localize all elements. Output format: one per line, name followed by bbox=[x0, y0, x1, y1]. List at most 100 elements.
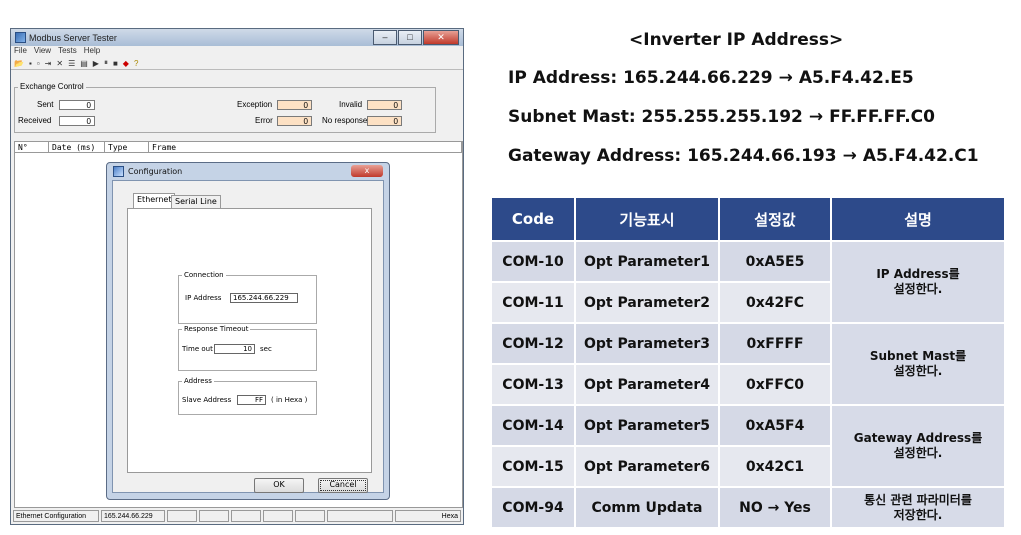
menu-tests[interactable]: Tests bbox=[58, 46, 77, 57]
open-icon[interactable]: 📂 bbox=[14, 59, 24, 68]
window-title: Modbus Server Tester bbox=[29, 32, 117, 43]
table-header-row: Code 기능표시 설정값 설명 bbox=[492, 198, 1004, 240]
exchange-control-group: Exchange Control Sent 0 Received 0 Excep… bbox=[14, 82, 436, 133]
tab-ethernet[interactable]: Ethernet bbox=[133, 193, 176, 209]
config-dialog-icon bbox=[113, 165, 124, 177]
status-cell bbox=[295, 510, 325, 522]
cell-value: 0xFFFF bbox=[720, 324, 830, 363]
menu-view[interactable]: View bbox=[34, 46, 51, 57]
exception-label: Exception bbox=[237, 100, 273, 109]
cell-description-ip: IP Address를 설정한다. bbox=[832, 242, 1004, 322]
print-icon[interactable]: ▫ bbox=[37, 59, 40, 68]
connection-group: Connection IP Address 165.244.66.229 bbox=[178, 271, 317, 324]
cell-function: Opt Parameter2 bbox=[576, 283, 718, 322]
sent-label: Sent bbox=[37, 100, 54, 109]
config-icon[interactable]: ☰ bbox=[68, 59, 75, 68]
timeout-label: Time out bbox=[182, 345, 213, 353]
cell-code: COM-12 bbox=[492, 324, 574, 363]
view-icon[interactable]: ▤ bbox=[80, 59, 88, 68]
gateway-hex: A5.F4.42.C1 bbox=[862, 146, 979, 166]
received-field: 0 bbox=[59, 116, 95, 126]
frame-list-header: N° Date (ms) Type Frame bbox=[14, 141, 463, 153]
exchange-control-legend: Exchange Control bbox=[18, 82, 86, 91]
ip-hex: A5.F4.42.E5 bbox=[798, 68, 914, 88]
cell-description-subnet: Subnet Mast를 설정한다. bbox=[832, 324, 1004, 404]
cell-description-gateway: Gateway Address를 설정한다. bbox=[832, 406, 1004, 486]
menu-bar: File View Tests Help bbox=[11, 46, 463, 57]
cell-function: Comm Updata bbox=[576, 488, 718, 527]
desc-line: 통신 관련 파라미터를 bbox=[864, 492, 972, 507]
timeout-unit: sec bbox=[260, 345, 272, 353]
parameter-table: Code 기능표시 설정값 설명 COM-10 Opt Parameter1 0… bbox=[490, 196, 1006, 529]
cell-function: Opt Parameter1 bbox=[576, 242, 718, 281]
table-row: COM-94 Comm Updata NO → Yes 통신 관련 파라미터를 저… bbox=[492, 488, 1004, 527]
received-label: Received bbox=[18, 116, 52, 125]
status-mode: Ethernet Configuration bbox=[13, 510, 99, 522]
col-date[interactable]: Date (ms) bbox=[49, 142, 105, 152]
error-label: Error bbox=[255, 116, 273, 125]
arrow-right-icon: → bbox=[808, 107, 824, 127]
maximize-icon[interactable]: □ bbox=[398, 30, 422, 45]
address-legend: Address bbox=[182, 377, 214, 385]
status-cell bbox=[263, 510, 293, 522]
disconnect-icon[interactable]: ✕ bbox=[56, 59, 63, 68]
connect-icon[interactable]: ⇥ bbox=[45, 59, 52, 68]
ip-address-label: IP Address bbox=[185, 294, 222, 302]
timeout-input[interactable]: 10 bbox=[214, 344, 255, 354]
col-number[interactable]: N° bbox=[15, 142, 49, 152]
cell-code: COM-10 bbox=[492, 242, 574, 281]
col-type[interactable]: Type bbox=[105, 142, 149, 152]
ip-address-input[interactable]: 165.244.66.229 bbox=[230, 293, 298, 303]
hexa-hint: ( in Hexa ) bbox=[271, 396, 308, 404]
minimize-icon[interactable]: – bbox=[373, 30, 397, 45]
cell-code: COM-15 bbox=[492, 447, 574, 486]
col-frame[interactable]: Frame bbox=[149, 142, 462, 152]
cell-function: Opt Parameter6 bbox=[576, 447, 718, 486]
pause-icon[interactable]: ⏸ bbox=[104, 58, 108, 68]
menu-help[interactable]: Help bbox=[84, 46, 100, 57]
desc-line: 저장한다. bbox=[893, 507, 943, 522]
cell-function: Opt Parameter5 bbox=[576, 406, 718, 445]
desc-line: 설정한다. bbox=[893, 364, 943, 378]
cancel-button[interactable]: Cancel bbox=[318, 478, 368, 493]
title-bar: Modbus Server Tester – □ ✕ bbox=[11, 29, 463, 46]
table-row: COM-12 Opt Parameter3 0xFFFF Subnet Mast… bbox=[492, 324, 1004, 404]
subnet-hex: FF.FF.FF.C0 bbox=[829, 107, 935, 127]
cell-code: COM-11 bbox=[492, 283, 574, 322]
cell-code: COM-94 bbox=[492, 488, 574, 527]
exception-field: 0 bbox=[277, 100, 312, 110]
close-icon[interactable]: ✕ bbox=[423, 30, 459, 45]
response-timeout-group: Response Timeout Time out 10 sec bbox=[178, 325, 317, 371]
play-icon[interactable]: ▶ bbox=[93, 59, 99, 68]
toolbar: 📂 ▪ ▫ ⇥ ✕ ☰ ▤ ▶ ⏸ ■ ◆ ? bbox=[11, 57, 463, 70]
th-value: 설정값 bbox=[720, 198, 830, 240]
ok-button[interactable]: OK bbox=[254, 478, 304, 493]
menu-file[interactable]: File bbox=[14, 46, 27, 57]
cell-description-comm: 통신 관련 파라미터를 저장한다. bbox=[832, 488, 1004, 527]
invalid-label: Invalid bbox=[339, 100, 363, 109]
table-row: COM-14 Opt Parameter5 0xA5F4 Gateway Add… bbox=[492, 406, 1004, 486]
desc-line: 설정한다. bbox=[893, 446, 943, 460]
app-icon bbox=[15, 32, 26, 43]
address-group: Address Slave Address FF ( in Hexa ) bbox=[178, 377, 317, 415]
stop-icon[interactable]: ■ bbox=[113, 59, 118, 68]
th-code: Code bbox=[492, 198, 574, 240]
desc-line: 설정한다. bbox=[893, 282, 943, 296]
inverter-ip-title: <Inverter IP Address> bbox=[629, 30, 844, 50]
noresponse-label: No response bbox=[322, 116, 368, 125]
cell-code: COM-13 bbox=[492, 365, 574, 404]
help-icon[interactable]: ? bbox=[134, 59, 138, 68]
dialog-body: Ethernet Serial Line Connection IP Addre… bbox=[112, 180, 384, 493]
erase-icon[interactable]: ◆ bbox=[123, 59, 129, 68]
desc-line: IP Address를 bbox=[876, 267, 960, 281]
dialog-close-button[interactable]: x bbox=[351, 165, 383, 177]
save-icon[interactable]: ▪ bbox=[29, 59, 32, 68]
cell-value: 0xA5E5 bbox=[720, 242, 830, 281]
window-controls: – □ ✕ bbox=[372, 30, 459, 45]
arrow-right-icon: → bbox=[842, 146, 857, 166]
subnet-line: Subnet Mast: 255.255.255.192 → FF.FF.FF.C0 bbox=[508, 107, 935, 127]
gateway-line: Gateway Address: 165.244.66.193 → A5.F4.42… bbox=[508, 146, 979, 166]
tab-serial-line[interactable]: Serial Line bbox=[171, 195, 221, 209]
cell-function: Opt Parameter4 bbox=[576, 365, 718, 404]
slave-address-input[interactable]: FF bbox=[237, 395, 266, 405]
